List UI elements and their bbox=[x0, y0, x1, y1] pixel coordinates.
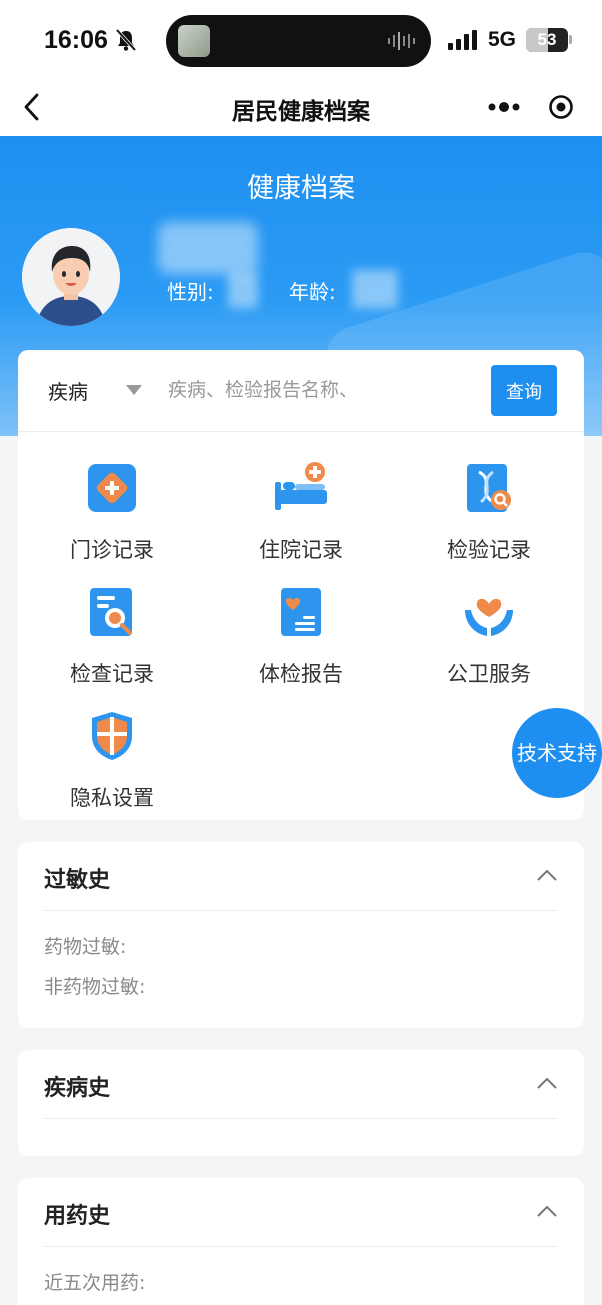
search-input[interactable] bbox=[168, 368, 488, 412]
search-bar: 疾病 查询 bbox=[18, 350, 584, 432]
chevron-up-icon[interactable] bbox=[536, 868, 558, 882]
avatar bbox=[22, 228, 120, 326]
mini-program-capsule bbox=[474, 86, 592, 128]
battery-percent: 53 bbox=[537, 30, 557, 49]
tech-support-button[interactable]: 技术支持 bbox=[512, 708, 602, 798]
chevron-up-icon[interactable] bbox=[536, 1076, 558, 1090]
header-title: 健康档案 bbox=[247, 173, 355, 204]
gender-label: 性别: bbox=[167, 280, 214, 304]
grid-item-outpatient[interactable]: 门诊记录 bbox=[18, 460, 206, 564]
grid-item-inpatient[interactable]: 住院记录 bbox=[207, 460, 395, 564]
grid-label-inpatient: 住院记录 bbox=[259, 538, 343, 562]
section-title-disease: 疾病史 bbox=[44, 1076, 111, 1101]
more-icon[interactable] bbox=[484, 94, 524, 120]
recent-medication-row: 近五次用药: bbox=[44, 1272, 146, 1294]
media-thumbnail bbox=[178, 25, 210, 57]
section-disease-history: 疾病史 bbox=[18, 1050, 584, 1156]
drug-allergy-row: 药物过敏: bbox=[44, 936, 127, 958]
non-drug-allergy-row: 非药物过敏: bbox=[44, 976, 146, 998]
section-divider bbox=[44, 1246, 558, 1247]
network-type: 5G bbox=[488, 28, 517, 51]
query-button[interactable]: 查询 bbox=[491, 365, 557, 416]
status-bar: 16:06 5G 53 bbox=[0, 0, 602, 80]
grid-item-public-health[interactable]: 公卫服务 bbox=[395, 584, 583, 688]
records-card: 疾病 查询 门诊记录 住院记录 bbox=[18, 350, 584, 820]
age-redacted bbox=[352, 270, 398, 308]
grid-item-checkup-report[interactable]: 体检报告 bbox=[207, 584, 395, 688]
grid-label-public-health: 公卫服务 bbox=[447, 662, 531, 686]
battery-icon: 53 bbox=[526, 28, 568, 52]
section-title-allergy: 过敏史 bbox=[44, 868, 111, 893]
dynamic-island[interactable] bbox=[166, 15, 431, 67]
grid-item-privacy[interactable]: 隐私设置 bbox=[18, 708, 206, 812]
section-medication-history: 用药史 近五次用药: bbox=[18, 1178, 584, 1305]
heart-hands-icon bbox=[465, 598, 513, 636]
section-title-medication: 用药史 bbox=[44, 1204, 111, 1229]
grid-item-lab-test[interactable]: 检验记录 bbox=[395, 460, 583, 564]
bell-muted-icon bbox=[115, 28, 137, 52]
grid-label-checkup-report: 体检报告 bbox=[259, 662, 343, 686]
status-time: 16:06 bbox=[44, 26, 108, 54]
section-divider bbox=[44, 1118, 558, 1119]
caret-down-icon[interactable] bbox=[126, 384, 142, 396]
grid-item-examination[interactable]: 检查记录 bbox=[18, 584, 206, 688]
grid-label-examination: 检查记录 bbox=[70, 662, 154, 686]
section-divider bbox=[44, 910, 558, 911]
battery-cap bbox=[569, 35, 572, 44]
chevron-up-icon[interactable] bbox=[536, 1204, 558, 1218]
name-redacted bbox=[158, 222, 258, 274]
close-target-icon[interactable] bbox=[548, 94, 574, 120]
section-allergy-history: 过敏史 药物过敏: 非药物过敏: bbox=[18, 842, 584, 1028]
signal-icon bbox=[448, 30, 477, 50]
exam-search-icon bbox=[90, 588, 132, 636]
category-dropdown[interactable]: 疾病 bbox=[48, 376, 88, 405]
hospital-bed-icon bbox=[275, 462, 327, 510]
grid-label-privacy: 隐私设置 bbox=[70, 786, 154, 810]
nav-bar: 居民健康档案 bbox=[0, 80, 602, 136]
outpatient-icon bbox=[88, 464, 136, 512]
user-avatar-icon bbox=[22, 228, 120, 326]
audio-wave-icon bbox=[388, 32, 415, 50]
grid-label-outpatient: 门诊记录 bbox=[70, 538, 154, 562]
dna-test-icon bbox=[467, 464, 511, 512]
grid-label-lab-test: 检验记录 bbox=[447, 538, 531, 562]
age-label: 年龄: bbox=[289, 280, 336, 304]
checkup-report-icon bbox=[281, 588, 321, 636]
shield-icon bbox=[92, 712, 132, 760]
gender-redacted bbox=[228, 272, 258, 308]
